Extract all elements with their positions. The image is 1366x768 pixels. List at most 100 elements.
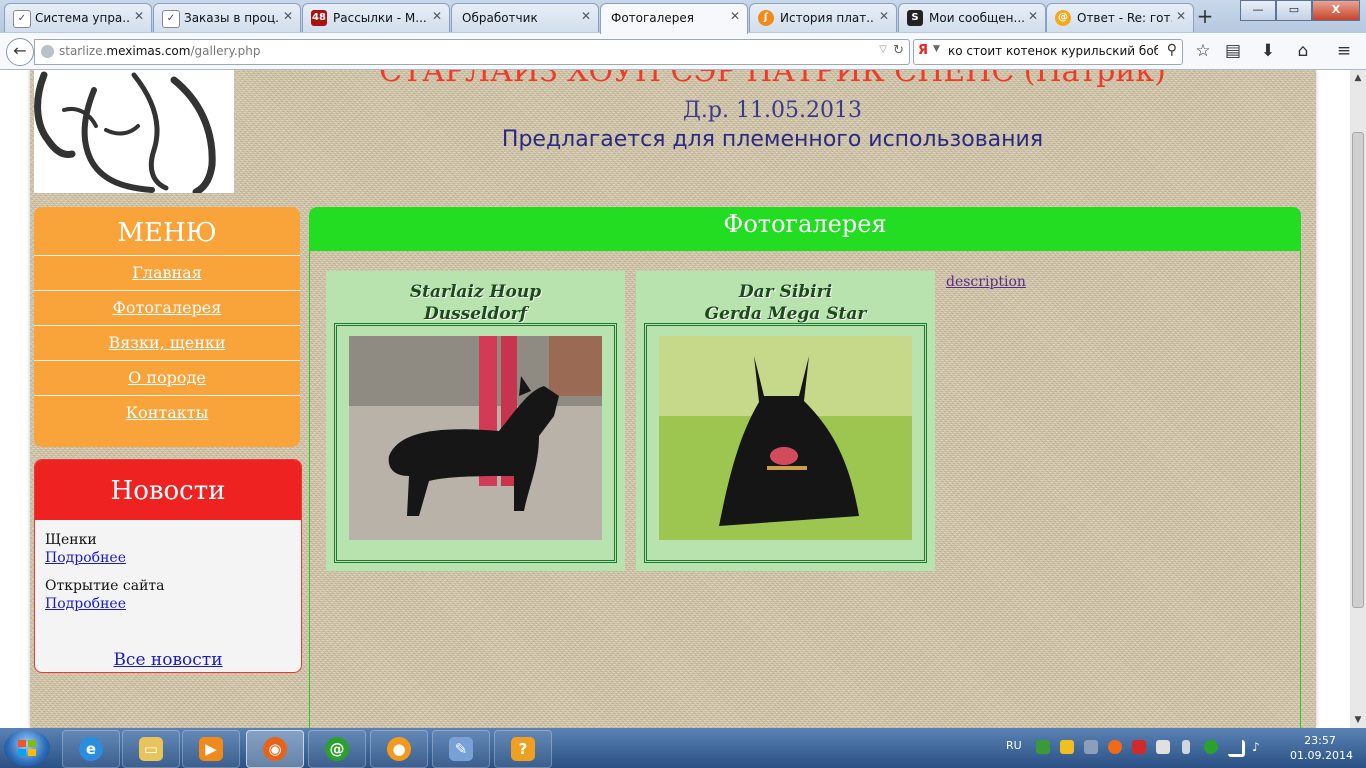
tab-label: Система упра... bbox=[35, 11, 130, 25]
gallery-title: Фотогалерея bbox=[309, 207, 1301, 251]
windows-taskbar: e ▭ ▶ ◉ @ ● ✎ ? RU ♪ 23:57 01.09.2014 bbox=[0, 728, 1366, 768]
close-icon[interactable]: ✕ bbox=[1028, 9, 1038, 23]
date-of-birth: Д.р. 11.05.2013 bbox=[683, 98, 862, 123]
taskbar-mail-agent[interactable]: @ bbox=[308, 730, 366, 768]
description-link[interactable]: description bbox=[946, 274, 1026, 290]
media-player-icon: ▶ bbox=[199, 737, 223, 761]
taskbar-paint[interactable]: ✎ bbox=[432, 730, 490, 768]
at-icon: @ bbox=[1055, 10, 1071, 26]
tab-handler[interactable]: Обработчик ✕ bbox=[451, 3, 599, 32]
close-icon[interactable]: ✕ bbox=[283, 9, 293, 23]
gallery-photo[interactable]: Starlaiz Houp Dusseldorf bbox=[326, 271, 625, 571]
search-bar[interactable]: Я ▼ ко стоит котенок курильский бобтейл … bbox=[913, 39, 1183, 65]
start-button[interactable] bbox=[4, 730, 50, 766]
menu-icon[interactable]: ≡ bbox=[1332, 39, 1356, 63]
menu-item-contacts[interactable]: Контакты bbox=[34, 396, 300, 430]
downloads-icon[interactable]: ⬇ bbox=[1256, 39, 1280, 63]
tab-mailings[interactable]: 48 Рассылки - М... ✕ bbox=[302, 3, 450, 32]
close-icon[interactable]: ✕ bbox=[134, 9, 144, 23]
language-indicator[interactable]: RU bbox=[1006, 739, 1022, 752]
network-app-icon[interactable] bbox=[1036, 740, 1050, 754]
breeding-offer: Предлагается для племенного использовани… bbox=[501, 127, 1044, 152]
news-more-link[interactable]: Подробнее bbox=[45, 550, 301, 566]
taskbar-firefox[interactable]: ◉ bbox=[246, 730, 304, 768]
tab-payment-history[interactable]: ʃ История плат... ✕ bbox=[749, 3, 897, 32]
photo-frame bbox=[334, 323, 617, 563]
globe-icon bbox=[41, 45, 54, 58]
orange-app-icon: ● bbox=[387, 737, 411, 761]
yandex-icon: Я bbox=[918, 43, 929, 58]
close-icon[interactable]: ✕ bbox=[879, 9, 889, 23]
dog-photo-image bbox=[349, 336, 602, 540]
gallery-photo[interactable]: Dar Sibiri Gerda Mega Star bbox=[636, 271, 935, 571]
close-icon[interactable]: ✕ bbox=[1176, 9, 1186, 23]
back-arrow-icon: ← bbox=[13, 41, 27, 60]
menu-item-photogallery[interactable]: Фотогалерея bbox=[34, 291, 300, 326]
tab-label: История плат... bbox=[780, 11, 875, 25]
tab-reply[interactable]: @ Ответ - Re: гот... ✕ bbox=[1046, 3, 1194, 32]
search-input[interactable]: ко стоит котенок курильский бобтейл bbox=[948, 44, 1158, 58]
security-icon[interactable] bbox=[1156, 740, 1170, 754]
address-bar[interactable]: starlize.meximas.com/gallery.php ▽ ↻ bbox=[34, 39, 910, 65]
new-tab-button[interactable]: + bbox=[1193, 5, 1217, 29]
tab-label: Фотогалерея bbox=[611, 11, 694, 25]
folder-icon: ▭ bbox=[139, 737, 163, 761]
menu-panel: МЕНЮ Главная Фотогалерея Вязки, щенки О … bbox=[34, 207, 300, 447]
gallery-content: Starlaiz Houp Dusseldorf Dar Sibiri Gerd… bbox=[309, 251, 1301, 728]
news-more-link[interactable]: Подробнее bbox=[45, 596, 301, 612]
dropdown-arrow-icon[interactable]: ▽ bbox=[879, 44, 887, 55]
close-icon[interactable]: ✕ bbox=[432, 9, 442, 23]
scroll-up-icon[interactable]: ▲ bbox=[1350, 70, 1366, 86]
minimize-button[interactable]: — bbox=[1240, 0, 1276, 21]
ie-icon: e bbox=[79, 737, 103, 761]
taskbar-internet-explorer[interactable]: e bbox=[62, 730, 120, 768]
signal-icon[interactable] bbox=[1228, 740, 1245, 757]
menu-title: МЕНЮ bbox=[34, 207, 300, 256]
close-icon[interactable]: ✕ bbox=[730, 9, 740, 23]
tab-my-messages[interactable]: S Мои сообщен... ✕ bbox=[898, 3, 1046, 32]
bookmark-star-icon[interactable]: ☆ bbox=[1191, 39, 1215, 63]
scroll-down-icon[interactable]: ▼ bbox=[1350, 712, 1366, 728]
close-icon[interactable]: ✕ bbox=[581, 9, 591, 23]
question-icon: ? bbox=[511, 737, 535, 761]
photo-caption: Dar Sibiri Gerda Mega Star bbox=[704, 282, 867, 324]
reload-icon[interactable]: ↻ bbox=[893, 43, 904, 58]
tab-system-management[interactable]: ✓ Система упра... ✕ bbox=[4, 3, 152, 32]
tab-orders[interactable]: ✓ Заказы в проц... ✕ bbox=[153, 3, 301, 32]
battery-icon[interactable] bbox=[1182, 740, 1190, 754]
news-item: Открытие сайта Подробнее bbox=[35, 578, 301, 612]
at-icon: @ bbox=[325, 737, 349, 761]
warning-icon[interactable] bbox=[1060, 740, 1074, 754]
menu-item-about-breed[interactable]: О породе bbox=[34, 361, 300, 396]
taskbar-help-app[interactable]: ? bbox=[494, 730, 552, 768]
search-icon[interactable]: ⚲ bbox=[1167, 42, 1177, 58]
mail-icon: ✓ bbox=[13, 10, 31, 28]
update-icon[interactable] bbox=[1108, 740, 1122, 754]
agent-status-icon[interactable] bbox=[1204, 740, 1218, 754]
volume-icon[interactable]: ♪ bbox=[1252, 740, 1266, 754]
navigation-bar: ← starlize.meximas.com/gallery.php ▽ ↻ Я… bbox=[0, 33, 1366, 70]
all-news-link[interactable]: Все новости bbox=[35, 650, 301, 670]
vertical-scrollbar[interactable]: ▲ ▼ bbox=[1350, 70, 1366, 728]
page-container: СТАРЛАЙЗ ХОУП СЭР ПАТРИК СПЕНС (Патрик) … bbox=[30, 70, 1316, 728]
search-engine-dropdown-icon[interactable]: ▼ bbox=[933, 44, 940, 54]
back-button[interactable]: ← bbox=[6, 38, 34, 66]
scrollbar-thumb[interactable] bbox=[1352, 132, 1364, 608]
bookmarks-list-icon[interactable]: ▤ bbox=[1221, 39, 1245, 63]
menu-item-home[interactable]: Главная bbox=[34, 256, 300, 291]
pdf-icon[interactable] bbox=[1132, 740, 1146, 754]
system-clock[interactable]: 23:57 01.09.2014 bbox=[1290, 733, 1353, 763]
tab-label: Заказы в проц... bbox=[184, 11, 279, 25]
counter-badge-icon: 48 bbox=[311, 10, 327, 26]
home-icon[interactable]: ⌂ bbox=[1291, 39, 1315, 63]
menu-item-matings-puppies[interactable]: Вязки, щенки bbox=[34, 326, 300, 361]
taskbar-ok-app[interactable]: ● bbox=[370, 730, 428, 768]
url-text: starlize.meximas.com/gallery.php bbox=[59, 44, 261, 58]
taskbar-file-explorer[interactable]: ▭ bbox=[122, 730, 180, 768]
close-window-button[interactable]: X bbox=[1312, 0, 1360, 21]
taskbar-media-player[interactable]: ▶ bbox=[182, 730, 240, 768]
news-item-title: Щенки bbox=[45, 532, 97, 548]
tab-photogallery[interactable]: Фотогалерея ✕ bbox=[600, 3, 748, 34]
maximize-button[interactable]: ▭ bbox=[1276, 0, 1312, 21]
sync-icon[interactable] bbox=[1084, 740, 1098, 754]
